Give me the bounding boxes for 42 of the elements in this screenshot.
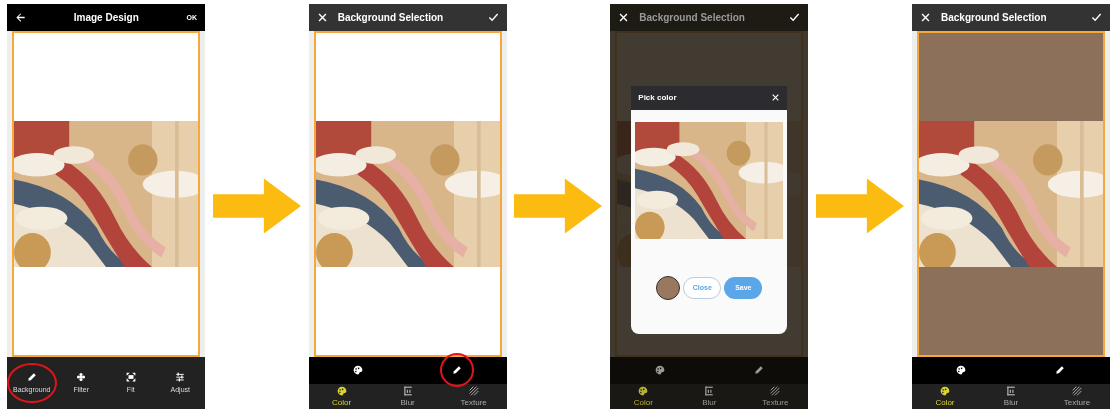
dialog-title: Pick color	[638, 93, 677, 102]
tab[interactable]: Blur	[687, 385, 732, 407]
tab[interactable]: Blur	[988, 385, 1033, 407]
hatch-icon	[468, 385, 479, 396]
pencil-icon	[452, 365, 463, 375]
check-icon[interactable]	[1090, 11, 1102, 23]
tab[interactable]: Color	[621, 385, 666, 407]
color-swatch[interactable]	[656, 275, 681, 300]
tab[interactable]: Blur	[385, 385, 430, 407]
blur-icon	[1005, 385, 1016, 396]
close-icon[interactable]	[919, 11, 931, 23]
palette-icon	[956, 365, 967, 375]
close-icon[interactable]	[316, 11, 328, 23]
screen-title: Background Selection	[639, 11, 746, 23]
tab[interactable]: Texture	[753, 385, 798, 407]
hatch-icon	[1071, 385, 1082, 396]
tab[interactable]: Texture	[451, 385, 496, 407]
palette-icon	[654, 365, 665, 375]
screen-title: Background Selection	[337, 11, 445, 23]
screen-title: Image Design	[72, 11, 140, 23]
fit-icon	[125, 372, 136, 382]
flower-icon	[76, 372, 87, 382]
blur-icon	[402, 385, 413, 396]
sliders-icon	[175, 372, 186, 382]
pencil-icon	[26, 372, 37, 382]
back-arrow-icon[interactable]	[15, 11, 26, 23]
check-icon[interactable]	[789, 11, 801, 23]
palette-icon	[353, 365, 364, 375]
blur-icon	[704, 385, 715, 396]
palette-icon	[336, 385, 347, 396]
tab[interactable]: Color	[922, 385, 967, 407]
palette-icon	[638, 385, 649, 396]
pencil-icon	[1055, 365, 1066, 375]
close-icon[interactable]	[771, 93, 781, 102]
tab[interactable]: Color	[319, 385, 364, 407]
pencil-icon	[753, 365, 764, 375]
palette-icon	[939, 385, 950, 396]
screen-title: Background Selection	[940, 11, 1048, 23]
close-icon[interactable]	[618, 11, 630, 23]
hatch-icon	[770, 385, 781, 396]
check-icon[interactable]	[487, 11, 499, 23]
tab[interactable]: Texture	[1054, 385, 1099, 407]
